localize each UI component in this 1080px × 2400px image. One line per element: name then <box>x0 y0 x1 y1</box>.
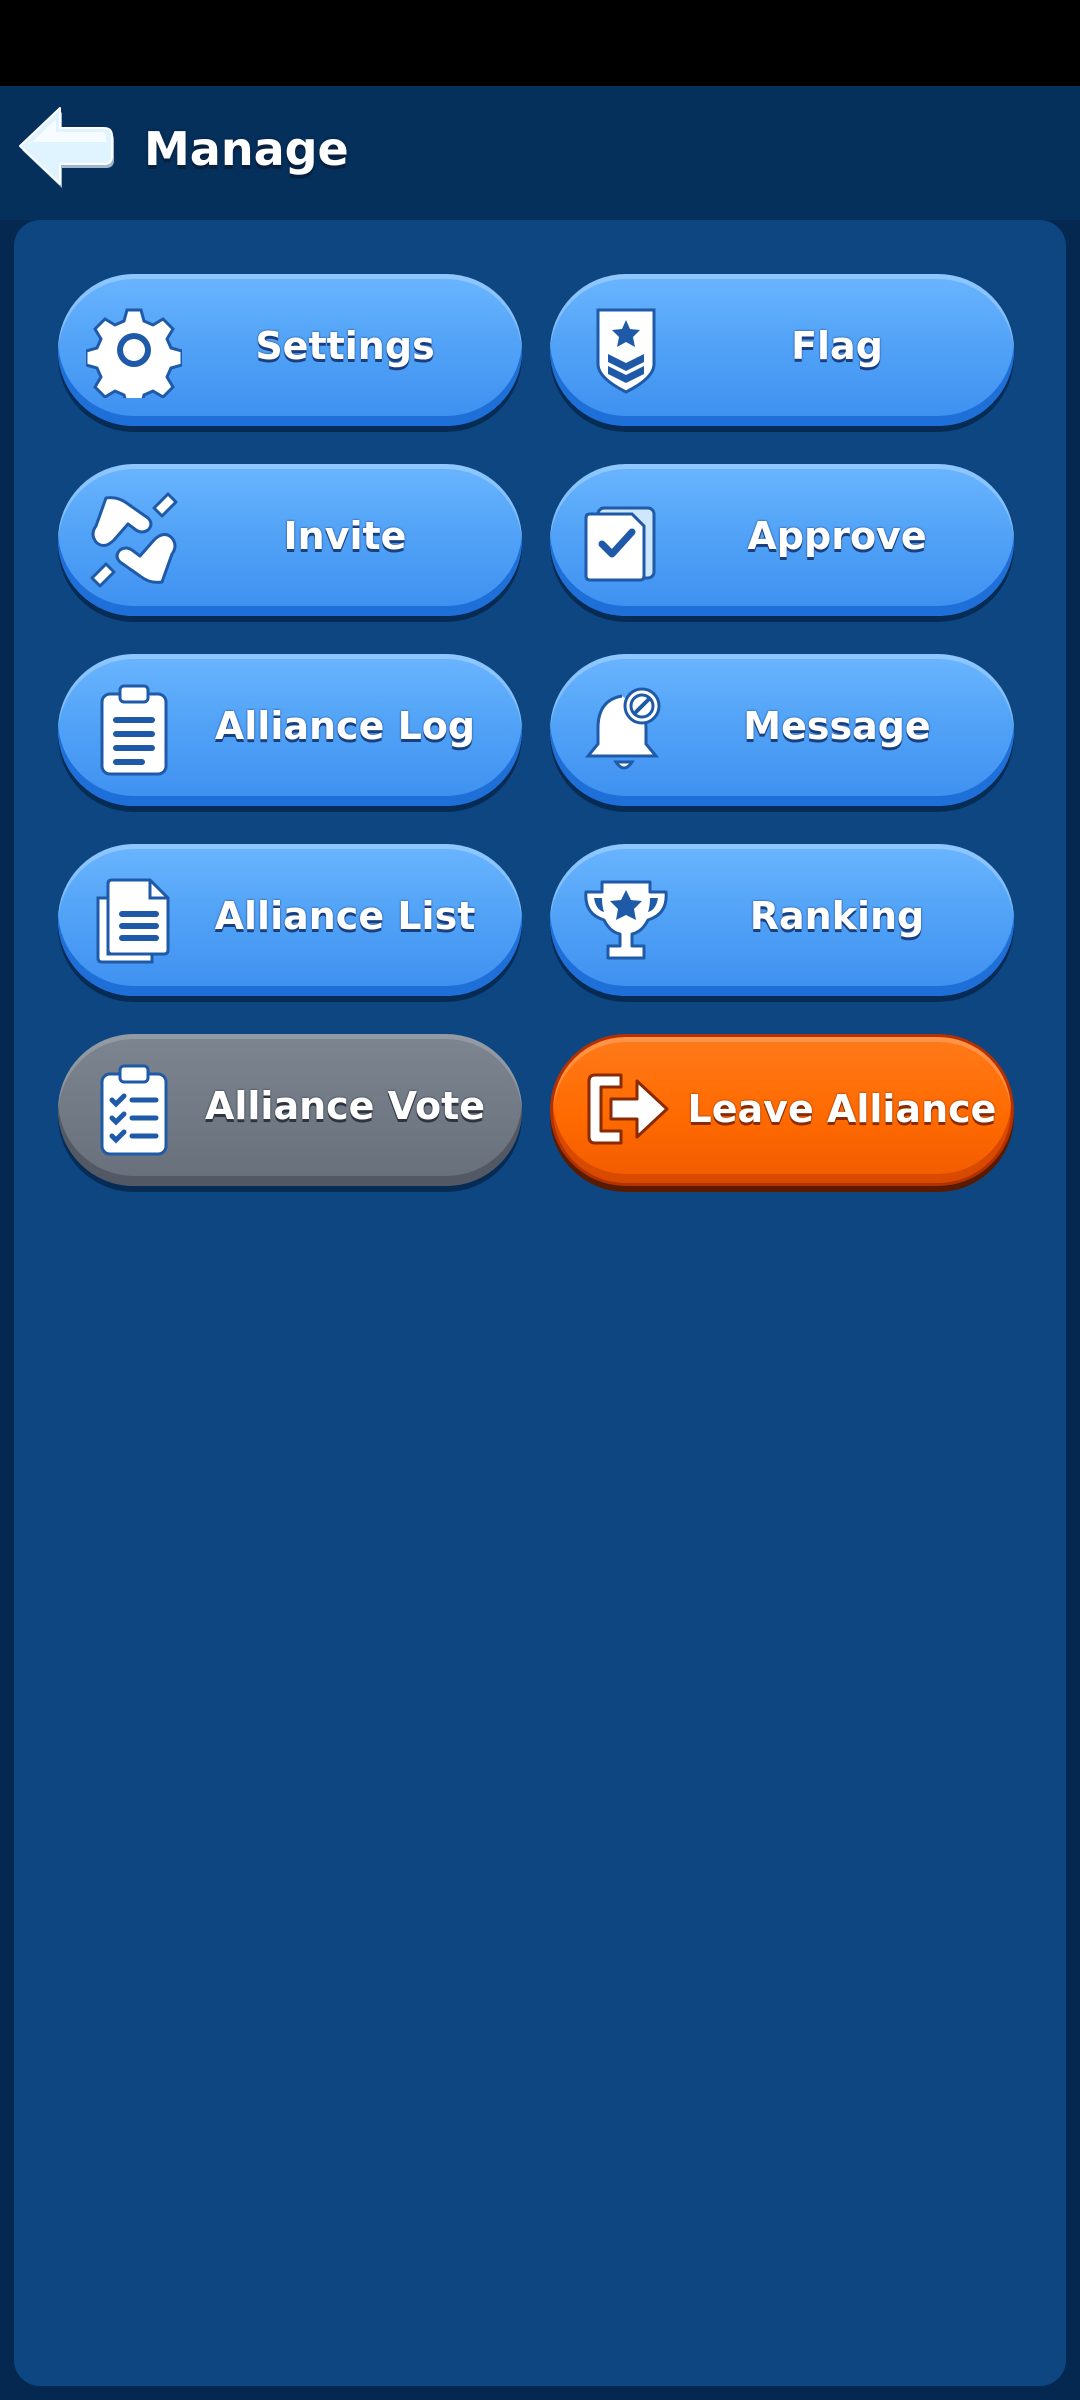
exit-icon <box>577 1061 673 1157</box>
status-bar <box>0 0 1080 86</box>
alliance-vote-label: Alliance Vote <box>204 1084 486 1128</box>
leave-alliance-button[interactable]: Leave Alliance <box>550 1034 1014 1186</box>
page-title: Manage <box>144 122 349 176</box>
manage-panel: Settings Flag Invite Approve Alliance Lo… <box>14 220 1066 2386</box>
flag-label: Flag <box>791 324 883 368</box>
left-arrow-icon <box>19 107 114 188</box>
alliance-list-label: Alliance List <box>214 894 476 938</box>
back-button[interactable] <box>14 102 114 190</box>
ranking-button[interactable]: Ranking <box>550 844 1014 996</box>
invite-button[interactable]: Invite <box>58 464 522 616</box>
message-label: Message <box>743 704 931 748</box>
settings-button[interactable]: Settings <box>58 274 522 426</box>
approve-label: Approve <box>747 514 927 558</box>
ranking-label: Ranking <box>749 894 925 938</box>
alliance-list-button[interactable]: Alliance List <box>58 844 522 996</box>
alliance-vote-button[interactable]: Alliance Vote <box>58 1034 522 1186</box>
alliance-log-label: Alliance Log <box>214 704 476 748</box>
alliance-log-button[interactable]: Alliance Log <box>58 654 522 806</box>
leave-alliance-label: Leave Alliance <box>687 1087 997 1131</box>
invite-label: Invite <box>283 514 407 558</box>
approve-button[interactable]: Approve <box>550 464 1014 616</box>
flag-button[interactable]: Flag <box>550 274 1014 426</box>
message-button[interactable]: Message <box>550 654 1014 806</box>
settings-label: Settings <box>255 324 435 368</box>
